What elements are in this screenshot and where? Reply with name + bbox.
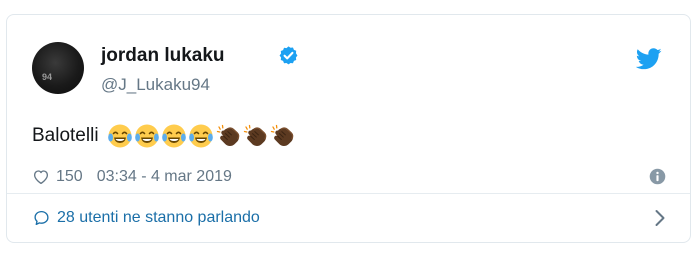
face-with-tears-of-joy-icon xyxy=(107,124,132,148)
face-with-tears-of-joy-icon xyxy=(188,124,213,148)
conversation-count-text[interactable]: 28 utenti ne stanno parlando xyxy=(57,209,260,227)
heart-icon[interactable] xyxy=(32,168,50,186)
like-count[interactable]: 150 xyxy=(56,168,83,186)
twitter-bird-icon[interactable] xyxy=(636,48,662,70)
face-with-tears-of-joy-icon xyxy=(134,124,159,148)
face-with-tears-of-joy-icon xyxy=(161,124,186,148)
tweet-body: Balotelli xyxy=(32,121,296,151)
tweet-meta: 150 03:34 - 4 mar 2019 xyxy=(32,165,666,189)
emoji-group xyxy=(107,123,296,149)
user-handle[interactable]: @J_Lukaku94 xyxy=(101,75,210,95)
tweet-text: Balotelli xyxy=(32,125,99,146)
clapping-hands-icon xyxy=(243,124,266,146)
avatar-jersey-number: 94 xyxy=(42,72,53,82)
clapping-hands-icon xyxy=(216,124,239,146)
user-display-name[interactable]: jordan lukaku xyxy=(101,45,225,67)
tweet-timestamp[interactable]: 03:34 - 4 mar 2019 xyxy=(97,168,232,186)
clapping-hands-icon xyxy=(270,124,293,146)
verified-badge-icon xyxy=(279,46,298,65)
divider xyxy=(7,193,690,194)
speech-bubble-icon xyxy=(34,210,49,226)
avatar[interactable]: 94 xyxy=(32,42,84,94)
conversation-link[interactable]: 28 utenti ne stanno parlando xyxy=(32,205,666,231)
tweet-card[interactable]: 94 jordan lukaku @J_Lukaku94 Balotelli 1… xyxy=(6,14,691,243)
tweet-header: 94 jordan lukaku @J_Lukaku94 xyxy=(32,42,666,98)
info-icon[interactable] xyxy=(649,168,666,185)
chevron-right-icon[interactable] xyxy=(654,209,666,227)
